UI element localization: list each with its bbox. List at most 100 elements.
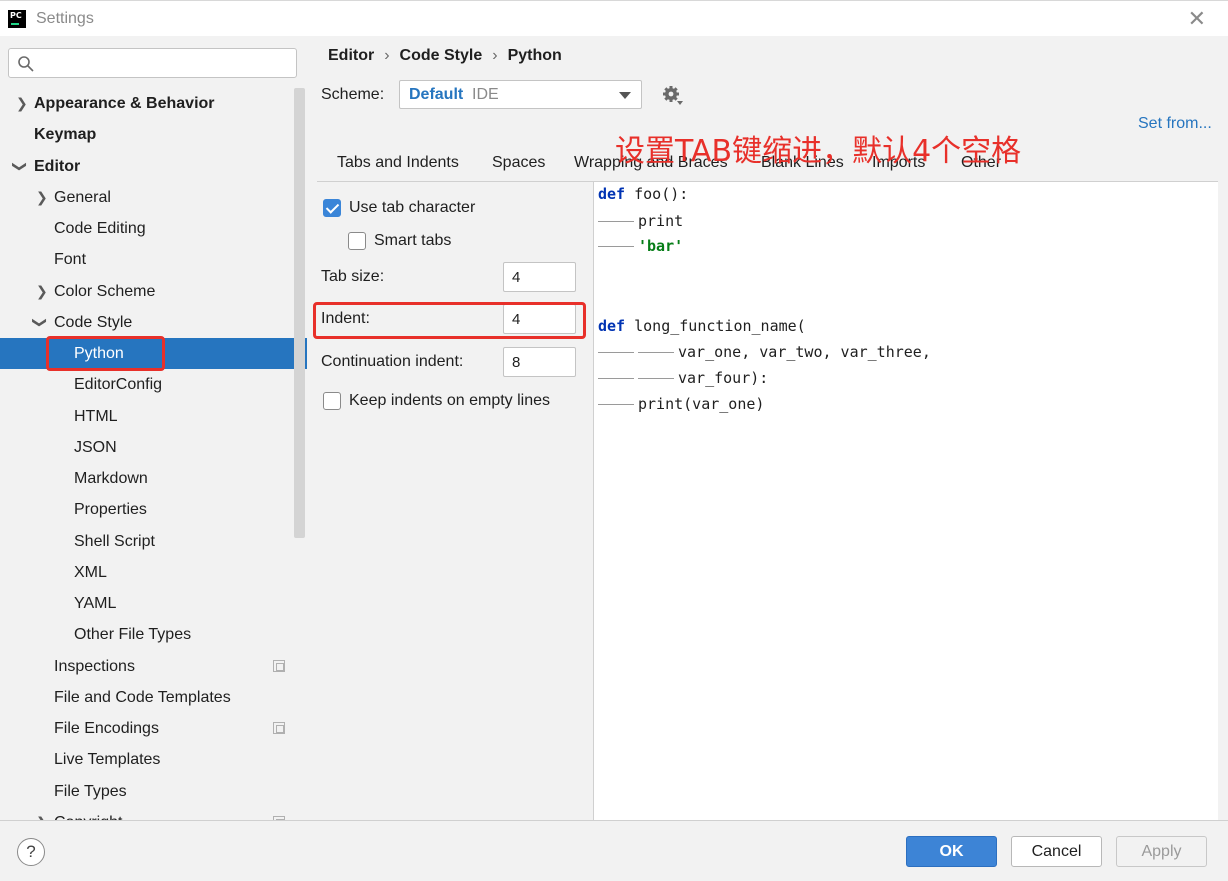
sidebar-item-label: Copyright xyxy=(54,807,122,820)
dialog-footer: ? OK Cancel Apply xyxy=(0,820,1228,881)
code-preview: def foo(): print 'bar' def long_function… xyxy=(593,182,1218,820)
continuation-indent-field[interactable]: 8 xyxy=(503,347,576,377)
annotation-text: 设置TAB键缩进，默认4个空格 xyxy=(615,134,1022,169)
project-scope-icon xyxy=(273,660,285,672)
breadcrumb-item[interactable]: Code Style xyxy=(400,47,483,64)
continuation-indent-label: Continuation indent: xyxy=(321,353,464,370)
scheme-sub: IDE xyxy=(472,86,499,103)
sidebar-item-label: YAML xyxy=(74,595,117,612)
sidebar-item-label: XML xyxy=(74,564,107,581)
sidebar-item-label: Inspections xyxy=(54,658,135,675)
sidebar-item-live-templates[interactable]: Live Templates xyxy=(0,744,307,775)
use-tab-checkbox[interactable] xyxy=(323,199,341,217)
sidebar-item-xml[interactable]: XML xyxy=(0,557,307,588)
code-line: def foo(): xyxy=(598,185,689,203)
chevron-right-icon: › xyxy=(384,47,390,64)
gear-icon[interactable] xyxy=(662,85,684,107)
code-line: var_one, var_two, var_three, xyxy=(598,341,931,363)
sidebar-item-appearance[interactable]: ❯ Appearance & Behavior xyxy=(0,88,307,119)
sidebar-item-editorconfig[interactable]: EditorConfig xyxy=(0,369,307,400)
breadcrumb-item[interactable]: Editor xyxy=(328,47,374,64)
code-line: 'bar' xyxy=(598,235,683,257)
code-line: def long_function_name( xyxy=(598,317,806,335)
breadcrumb-item: Python xyxy=(507,47,562,64)
sidebar-item-json[interactable]: JSON xyxy=(0,432,307,463)
sidebar-item-general[interactable]: ❯ General xyxy=(0,182,307,213)
sidebar-item-label: Color Scheme xyxy=(54,283,156,300)
sidebar-item-label: Code Style xyxy=(54,314,133,331)
sidebar-item-copyright[interactable]: ❯ Copyright xyxy=(0,807,307,820)
pycharm-logo-icon: PC xyxy=(8,10,26,28)
chevron-right-icon[interactable]: ❯ xyxy=(36,807,48,820)
sidebar-item-label: Live Templates xyxy=(54,751,161,768)
apply-button[interactable]: Apply xyxy=(1116,836,1207,867)
chevron-right-icon[interactable]: ❯ xyxy=(36,182,48,213)
tab-tabs-and-indents[interactable]: Tabs and Indents xyxy=(321,154,475,184)
sidebar-item-label: Font xyxy=(54,251,87,268)
scheme-label: Scheme: xyxy=(321,86,385,103)
search-icon xyxy=(18,56,34,72)
set-from-link[interactable]: Set from... xyxy=(1138,115,1212,133)
sidebar-item-label: File and Code Templates xyxy=(54,689,231,706)
tabs-indents-options: Use tab character Smart tabs Tab size: 4… xyxy=(313,182,593,820)
sidebar-item-file-types[interactable]: File Types xyxy=(0,776,307,807)
breadcrumb: Editor › Code Style › Python xyxy=(328,47,570,65)
sidebar-scrollbar[interactable] xyxy=(294,88,305,538)
tab-size-label: Tab size: xyxy=(321,268,385,285)
sidebar-item-inspections[interactable]: Inspections xyxy=(0,651,307,682)
sidebar-item-label: Editor xyxy=(34,158,81,175)
scheme-value: Default xyxy=(409,86,464,103)
sidebar-item-file-encodings[interactable]: File Encodings xyxy=(0,713,307,744)
title-bar: PC Settings ✕ xyxy=(0,0,1228,36)
window-title: Settings xyxy=(36,10,94,27)
chevron-right-icon: › xyxy=(492,47,498,64)
code-line: print xyxy=(598,210,683,232)
scheme-dropdown[interactable]: Default IDE xyxy=(399,80,642,109)
sidebar-item-label: Other File Types xyxy=(74,626,192,643)
sidebar-item-properties[interactable]: Properties xyxy=(0,494,307,525)
sidebar-item-label: Code Editing xyxy=(54,220,146,237)
smart-tabs-checkbox[interactable] xyxy=(348,232,366,250)
sidebar-item-keymap[interactable]: Keymap xyxy=(0,119,307,150)
help-button[interactable]: ? xyxy=(17,838,45,866)
sidebar-item-markdown[interactable]: Markdown xyxy=(0,463,307,494)
chevron-right-icon[interactable]: ❯ xyxy=(36,276,48,307)
sidebar-item-yaml[interactable]: YAML xyxy=(0,588,307,619)
sidebar-item-label: General xyxy=(54,189,111,206)
tab-spaces[interactable]: Spaces xyxy=(492,154,545,172)
sidebar-item-code-style[interactable]: ❯ Code Style xyxy=(0,307,307,338)
keep-indents-checkbox[interactable] xyxy=(323,392,341,410)
sidebar-item-label: JSON xyxy=(74,439,117,456)
cancel-button[interactable]: Cancel xyxy=(1011,836,1102,867)
annotation-highlight-indent xyxy=(313,302,586,339)
search-input[interactable] xyxy=(8,48,297,78)
sidebar-item-label: Properties xyxy=(74,501,147,518)
sidebar-item-color-scheme[interactable]: ❯ Color Scheme xyxy=(0,276,307,307)
sidebar-item-code-editing[interactable]: Code Editing xyxy=(0,213,307,244)
keep-indents-label: Keep indents on empty lines xyxy=(349,392,551,409)
sidebar-item-html[interactable]: HTML xyxy=(0,401,307,432)
sidebar-item-label: Markdown xyxy=(74,470,148,487)
code-line: var_four): xyxy=(598,367,768,389)
sidebar-item-font[interactable]: Font xyxy=(0,244,307,275)
code-line: print(var_one) xyxy=(598,393,764,415)
sidebar-item-label: File Encodings xyxy=(54,720,159,737)
tab-size-field[interactable]: 4 xyxy=(503,262,576,292)
sidebar-item-label: Appearance & Behavior xyxy=(34,95,215,112)
sidebar-item-label: HTML xyxy=(74,408,118,425)
settings-sidebar: ❯ Appearance & Behavior Keymap ❯ Editor ❯ G… xyxy=(0,36,307,820)
annotation-highlight-python xyxy=(46,336,165,371)
settings-content: Editor › Code Style › Python Scheme: Default… xyxy=(307,36,1228,820)
chevron-down-icon[interactable]: ❯ xyxy=(4,161,35,173)
sidebar-item-file-code-templates[interactable]: File and Code Templates xyxy=(0,682,307,713)
smart-tabs-label: Smart tabs xyxy=(374,232,452,249)
sidebar-item-editor[interactable]: ❯ Editor xyxy=(0,151,307,182)
use-tab-label: Use tab character xyxy=(349,199,476,216)
chevron-down-icon[interactable]: ❯ xyxy=(24,317,55,329)
chevron-right-icon[interactable]: ❯ xyxy=(16,88,28,119)
project-scope-icon xyxy=(273,722,285,734)
sidebar-item-shell-script[interactable]: Shell Script xyxy=(0,526,307,557)
ok-button[interactable]: OK xyxy=(906,836,997,867)
close-icon[interactable]: ✕ xyxy=(1188,7,1206,32)
sidebar-item-other-file-types[interactable]: Other File Types xyxy=(0,619,307,650)
